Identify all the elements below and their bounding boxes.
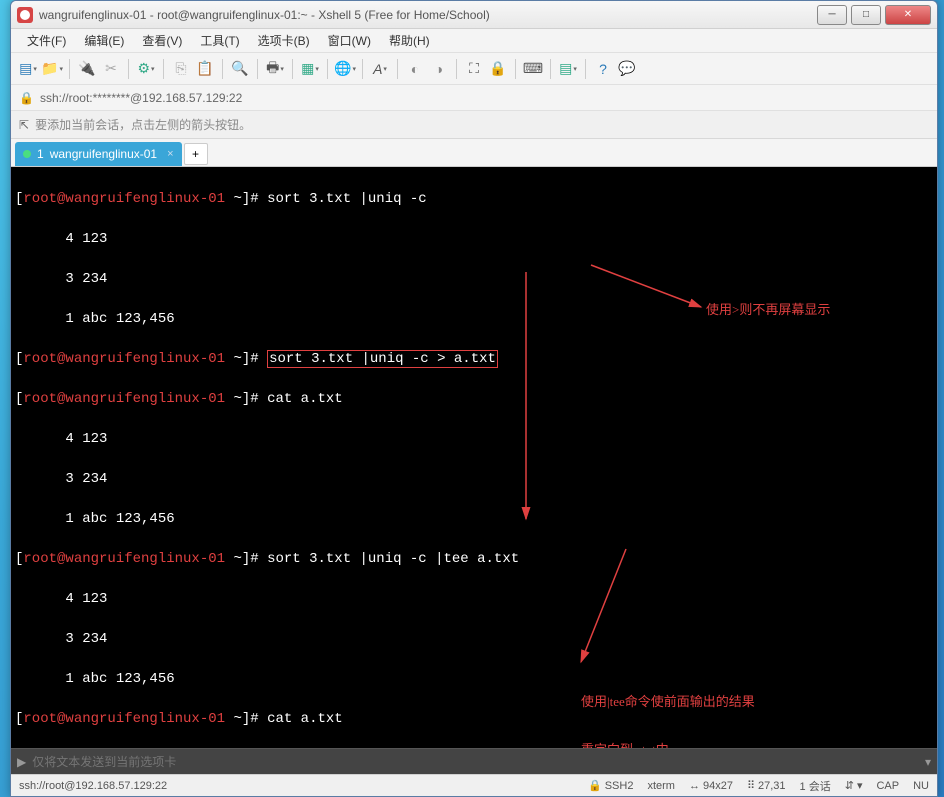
status-proto: SSH2 [605, 780, 634, 792]
updown-icon: ⇵ [845, 779, 854, 792]
print-icon[interactable]: 🖶 [264, 58, 286, 80]
menu-view[interactable]: 查看(V) [134, 30, 190, 51]
status-bar: ssh://root@192.168.57.129:22 🔒SSH2 xterm… [11, 774, 937, 796]
out: 3 234 [15, 269, 933, 289]
view-mode-icon[interactable]: ▤ [557, 58, 579, 80]
out: 1 abc 123,456 [15, 509, 933, 529]
hint-bar: ⇱ 要添加当前会话，点击左侧的箭头按钮。 [11, 111, 937, 139]
menu-help[interactable]: 帮助(H) [381, 30, 438, 51]
status-cap: CAP [876, 780, 899, 792]
padlock-icon: 🔒 [19, 91, 34, 105]
disconnect-icon[interactable]: ✂ [100, 58, 122, 80]
status-num: NU [913, 780, 929, 792]
status-pos: 27,31 [758, 780, 786, 792]
script-icon[interactable]: ◐ [404, 58, 426, 80]
send-icon[interactable]: ▶ [17, 755, 26, 769]
status-term: xterm [647, 780, 675, 792]
pos-icon: ⠿ [747, 779, 755, 792]
status-dot-icon [23, 150, 31, 158]
out: 4 123 [15, 589, 933, 609]
copy-icon[interactable]: ⎘ [170, 58, 192, 80]
layout-icon[interactable]: ▦ [299, 58, 321, 80]
hint-text: 要添加当前会话，点击左侧的箭头按钮。 [35, 116, 251, 133]
comment-icon[interactable]: 💬 [616, 58, 638, 80]
ssh-icon: 🔒 [588, 779, 602, 792]
search-icon[interactable]: 🔍 [229, 58, 251, 80]
maximize-button[interactable]: □ [851, 5, 881, 25]
status-size: 94x27 [703, 780, 733, 792]
new-tab-button[interactable]: + [184, 143, 208, 165]
cmd-3: sort 3.txt |uniq -c |tee a.txt [267, 551, 519, 567]
address-bar: 🔒 ssh://root:********@192.168.57.129:22 [11, 85, 937, 111]
tab-label: wangruifenglinux-01 [50, 147, 157, 161]
globe-icon[interactable]: 🌐 [334, 58, 356, 80]
menubar: 文件(F) 编辑(E) 查看(V) 工具(T) 选项卡(B) 窗口(W) 帮助(… [11, 29, 937, 53]
session-tab[interactable]: 1 wangruifenglinux-01 × [15, 142, 182, 166]
cmd-0: sort 3.txt |uniq -c [267, 191, 427, 207]
send-bar: ▶ ▾ [11, 748, 937, 774]
out: 4 123 [15, 229, 933, 249]
properties-icon[interactable]: ⚙ [135, 58, 157, 80]
menu-window[interactable]: 窗口(W) [320, 30, 379, 51]
address-text[interactable]: ssh://root:********@192.168.57.129:22 [40, 91, 242, 105]
menu-tab[interactable]: 选项卡(B) [250, 30, 318, 51]
out: 3 234 [15, 469, 933, 489]
out: 1 abc 123,456 [15, 669, 933, 689]
menu-file[interactable]: 文件(F) [19, 30, 74, 51]
automation-icon[interactable]: ◑ [428, 58, 450, 80]
arrow-icon[interactable]: ⇱ [19, 118, 29, 132]
open-folder-icon[interactable]: 📁 [41, 58, 63, 80]
out: 4 123 [15, 429, 933, 449]
send-input[interactable] [32, 755, 919, 769]
status-sessions: 1 会话 [800, 778, 831, 794]
new-session-icon[interactable]: ▤ [17, 58, 39, 80]
keyboard-icon[interactable]: ⌨ [522, 58, 544, 80]
app-icon [17, 7, 33, 23]
minimize-button[interactable]: ─ [817, 5, 847, 25]
menu-edit[interactable]: 编辑(E) [76, 30, 132, 51]
out: 3 234 [15, 629, 933, 649]
out: 1 abc 123,456 [15, 309, 933, 329]
menu-tools[interactable]: 工具(T) [192, 30, 247, 51]
reconnect-icon[interactable]: 🔌 [76, 58, 98, 80]
cmd-1-highlighted: sort 3.txt |uniq -c > a.txt [267, 350, 498, 368]
help-icon[interactable]: ? [592, 58, 614, 80]
toolbar: ▤ 📁 🔌 ✂ ⚙ ⎘ 📋 🔍 🖶 ▦ 🌐 A ◐ ◑ ⛶ 🔒 ⌨ ▤ ? 💬 [11, 53, 937, 85]
fullscreen-icon[interactable]: ⛶ [463, 58, 485, 80]
tab-close-icon[interactable]: × [167, 148, 173, 160]
size-icon: ↔ [689, 780, 700, 792]
paste-icon[interactable]: 📋 [194, 58, 216, 80]
status-connection: ssh://root@192.168.57.129:22 [19, 780, 167, 792]
terminal[interactable]: [root@wangruifenglinux-01 ~]# sort 3.txt… [11, 167, 937, 748]
tab-strip: 1 wangruifenglinux-01 × + [11, 139, 937, 167]
cmd-4: cat a.txt [267, 711, 343, 727]
dropdown-icon[interactable]: ▾ [857, 779, 863, 792]
lock-icon[interactable]: 🔒 [487, 58, 509, 80]
tab-num: 1 [37, 147, 44, 161]
send-dropdown-icon[interactable]: ▾ [925, 755, 931, 769]
app-window: wangruifenglinux-01 - root@wangruifengli… [10, 0, 938, 797]
close-button[interactable]: ✕ [885, 5, 931, 25]
window-controls: ─ □ ✕ [813, 5, 931, 25]
titlebar: wangruifenglinux-01 - root@wangruifengli… [11, 1, 937, 29]
window-title: wangruifenglinux-01 - root@wangruifengli… [39, 8, 813, 22]
cmd-2: cat a.txt [267, 391, 343, 407]
font-icon[interactable]: A [369, 58, 391, 80]
